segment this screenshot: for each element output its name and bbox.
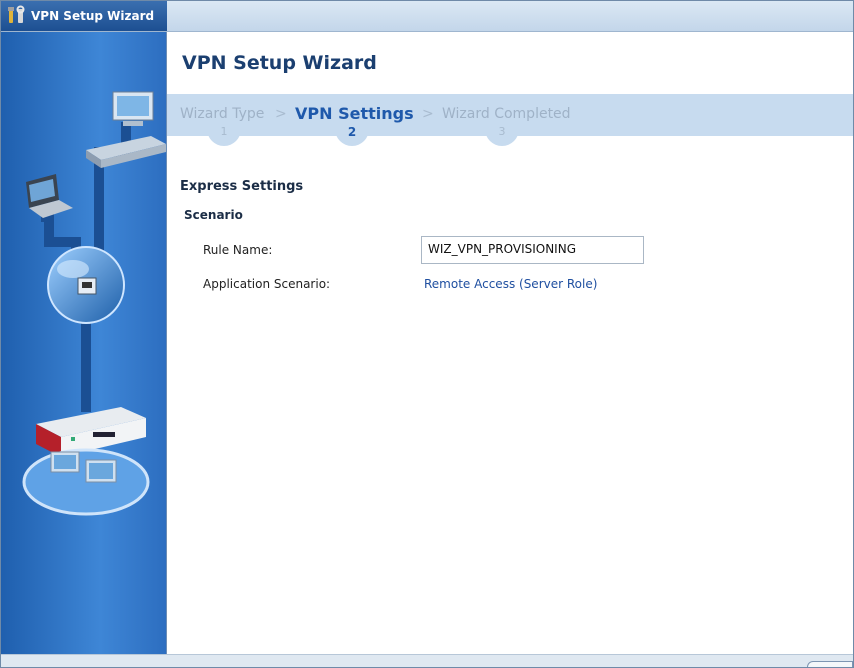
wizard-window: VPN Setup Wizard VPN Setup Wizard Wizard… [0,0,854,668]
footer-button[interactable] [807,661,853,667]
title-bar: VPN Setup Wizard [1,1,853,32]
step-vpn-settings: VPN Settings [295,104,414,123]
footer-bar [1,654,853,667]
window-title: VPN Setup Wizard [31,9,155,23]
wizard-content: VPN Setup Wizard Wizard Type > VPN Setti… [167,32,853,654]
laptop-icon [26,174,73,218]
network-illustration [22,91,166,516]
monitor-icon [112,91,154,126]
step-wizard-type: Wizard Type [180,106,265,122]
step-separator: > [275,106,287,122]
application-scenario-value: Remote Access (Server Role) [424,277,598,291]
step-number: 1 [207,124,241,146]
step-number: 3 [485,124,519,146]
scenario-heading: Scenario [184,208,243,222]
application-scenario-label: Application Scenario: [203,277,331,291]
window-tab[interactable]: VPN Setup Wizard [1,1,167,31]
wizard-illustration [1,32,167,654]
rule-name-input[interactable]: WIZ_VPN_PROVISIONING [421,236,644,264]
step-separator: > [422,106,434,122]
step-wizard-completed: Wizard Completed [442,106,571,122]
express-settings-heading: Express Settings [180,179,304,194]
wizard-steps: Wizard Type > VPN Settings > Wizard Comp… [167,94,853,146]
page-title: VPN Setup Wizard [182,52,377,74]
step-number: 2 [335,124,369,146]
rule-name-label: Rule Name: [203,243,273,257]
tools-icon [8,5,25,23]
cloud-icon [22,448,150,516]
